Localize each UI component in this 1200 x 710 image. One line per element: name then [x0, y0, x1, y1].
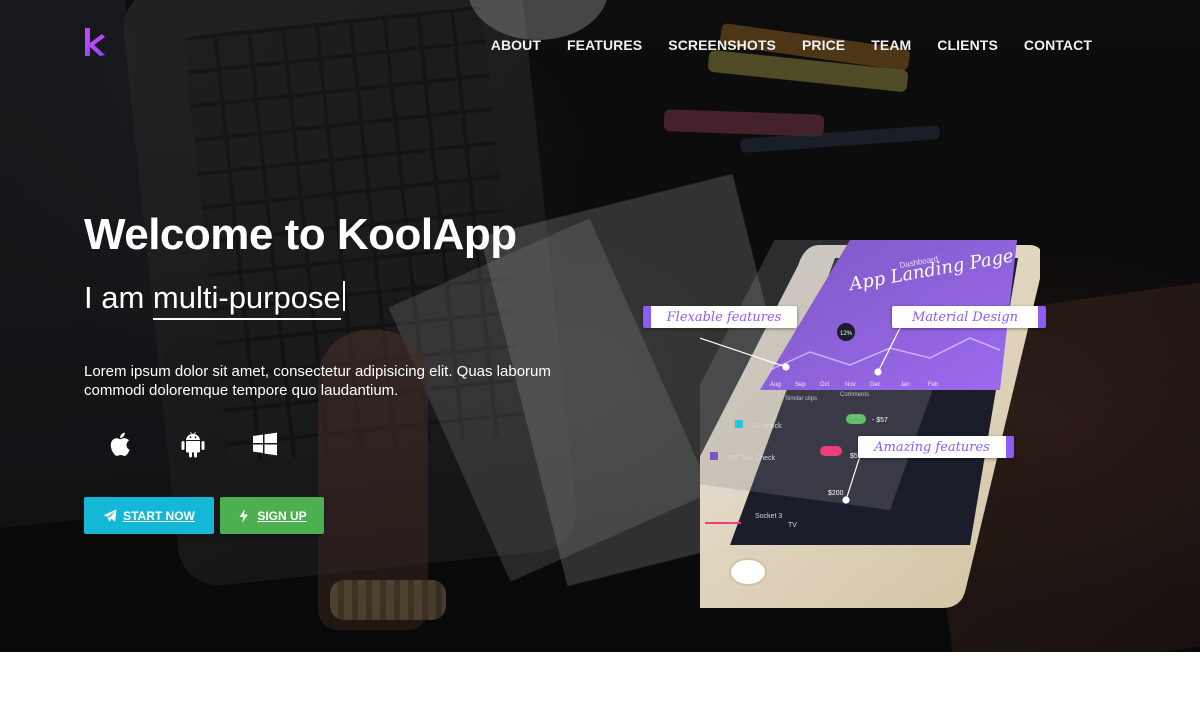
nav-team[interactable]: TEAM	[871, 37, 911, 53]
mockup-footer-label: TV	[788, 522, 797, 529]
nav-clients[interactable]: CLIENTS	[937, 37, 998, 53]
feature-callout-amazing: Amazing features	[858, 436, 1014, 458]
start-now-label: START NOW	[123, 508, 195, 523]
hero-title: Welcome to KoolApp	[84, 210, 517, 259]
sign-up-label: SIGN UP	[257, 508, 307, 523]
tagline-typed-word: multi-purpose	[152, 280, 341, 320]
start-now-button[interactable]: START NOW	[84, 497, 214, 534]
typing-cursor	[342, 281, 345, 311]
hero-tagline: I am multi-purpose	[84, 280, 345, 320]
mockup-badge: 12%	[840, 331, 853, 337]
chart-month-label: Oct	[820, 382, 830, 388]
mockup-tab: Similar clips	[785, 396, 817, 402]
mockup-row-value: $5	[850, 453, 858, 460]
android-icon[interactable]	[180, 430, 206, 458]
mockup-tab: Info	[755, 399, 766, 405]
tagline-prefix: I am	[84, 280, 145, 315]
mockup-tab: Comments	[840, 392, 869, 398]
tagline-typed-text: multi-purpose	[152, 280, 341, 315]
apple-icon[interactable]	[108, 430, 134, 458]
chart-month-label: Sep	[795, 382, 806, 388]
sign-up-button[interactable]: SIGN UP	[220, 497, 324, 534]
chart-month-label: Aug	[770, 382, 781, 388]
mockup-footer-label: Socket 3	[755, 513, 782, 520]
lightning-icon	[239, 508, 249, 523]
chart-month-label: Dec	[870, 382, 881, 388]
nav-contact[interactable]: CONTACT	[1024, 37, 1092, 53]
mockup-row-label: Airbnb check	[706, 490, 747, 497]
hero-section: ABOUT FEATURES SCREENSHOTS PRICE TEAM CL…	[0, 0, 1200, 652]
chart-month-label: Jan	[900, 382, 910, 388]
chart-month-label: Nov	[845, 382, 856, 388]
mockup-row-value: - $57	[872, 417, 888, 424]
hero-description: Lorem ipsum dolor sit amet, consectetur …	[84, 363, 551, 399]
nav-screenshots[interactable]: SCREENSHOTS	[668, 37, 776, 53]
feature-callout-flexable: Flexable features	[643, 306, 797, 328]
koolapp-k-logo[interactable]	[85, 28, 105, 56]
mockup-row-label: ITK Tick Check	[728, 455, 776, 462]
main-nav: ABOUT FEATURES SCREENSHOTS PRICE TEAM CL…	[491, 37, 1092, 53]
windows-icon[interactable]	[252, 430, 278, 458]
mockup-row-label: O2 check	[752, 423, 782, 430]
nav-about[interactable]: ABOUT	[491, 37, 541, 53]
paper-plane-icon	[103, 509, 117, 522]
mockup-row-value: $200	[828, 490, 844, 497]
feature-callout-material-design: Material Design	[892, 306, 1046, 328]
nav-price[interactable]: PRICE	[802, 37, 845, 53]
nav-features[interactable]: FEATURES	[567, 37, 642, 53]
chart-month-label: Feb	[928, 382, 939, 388]
platform-icons	[108, 430, 278, 458]
phone-mockup: App Landing Page Dashboard 12% Aug Sep O…	[700, 240, 1040, 608]
